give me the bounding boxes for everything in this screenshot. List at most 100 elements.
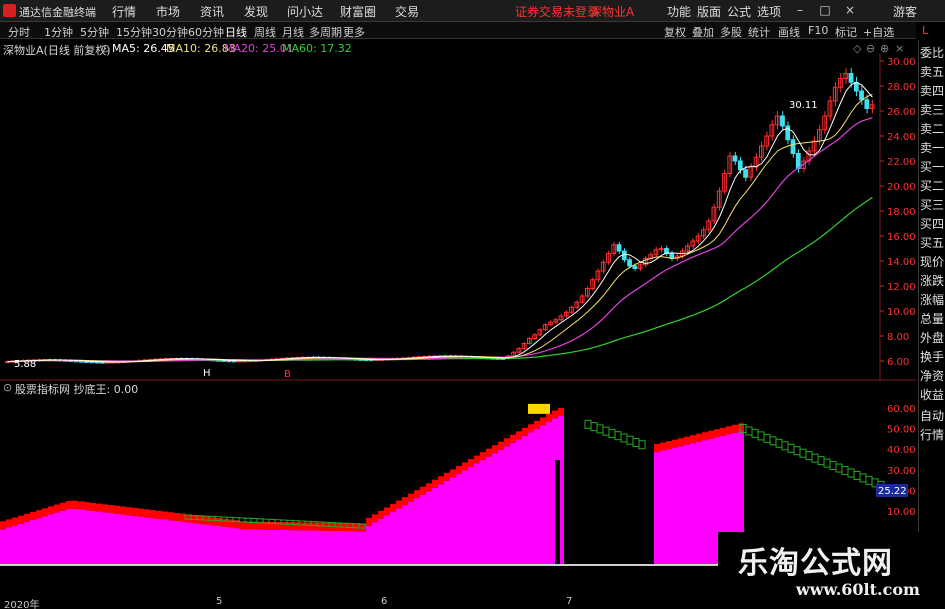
indicator-axis: 60.0050.0040.0030.0020.0010.0014:5014:50…	[887, 404, 916, 518]
period-1min[interactable]: 1分钟	[44, 24, 73, 40]
indicator-bar-top	[450, 469, 456, 478]
mark-button[interactable]: 标记	[835, 24, 857, 40]
indicator-bar-fill	[270, 529, 276, 565]
menu-news[interactable]: 资讯	[200, 3, 224, 20]
rp-change[interactable]: 涨跌	[919, 272, 945, 289]
ma-legend: 深物业A(日线 前复权) ⊙ MA5: 26.45 MA10: 26.83 MA…	[0, 40, 916, 57]
indicator-bar-top	[402, 497, 408, 506]
multi-stock-button[interactable]: 多股	[720, 24, 742, 40]
indicator-bar-top	[84, 502, 90, 511]
zoom-out-icon[interactable]: ⊖	[866, 42, 875, 55]
app-logo-icon	[3, 4, 16, 17]
panel-toggle-label[interactable]: L	[922, 24, 928, 37]
rp-auto[interactable]: 自动	[919, 407, 945, 424]
settings-icon[interactable]: ⊙	[101, 42, 110, 55]
indicator-bar-top	[504, 438, 510, 447]
rp-earnings[interactable]: 收益	[919, 386, 945, 403]
period-daily[interactable]: 日线	[225, 24, 247, 40]
chart-area[interactable]: 30.00 28.00 26.00 24.00 22.00 20.00 18.00 16.00…	[0, 40, 916, 609]
menu-assistant[interactable]: 问小达	[287, 3, 323, 20]
rp-net-assets[interactable]: 净资	[919, 367, 945, 384]
menu-wealth[interactable]: 财富圈	[340, 3, 376, 20]
rp-price[interactable]: 现价	[919, 253, 945, 270]
rp-turnover[interactable]: 换手	[919, 348, 945, 365]
period-weekly[interactable]: 周线	[254, 24, 276, 40]
event-marker-b[interactable]: B	[284, 369, 291, 380]
ma10-line	[7, 93, 873, 363]
indicator-bar-top	[492, 445, 498, 454]
rp-buy3[interactable]: 买三	[919, 196, 945, 213]
indicator-bar-top	[102, 504, 108, 513]
rp-buy1[interactable]: 买一	[919, 158, 945, 175]
indicator-bar-top	[726, 426, 732, 435]
rp-sell5[interactable]: 卖五	[919, 63, 945, 80]
indicator-bar-top	[702, 432, 708, 441]
menu-options[interactable]: 选项	[757, 3, 781, 20]
rp-buy2[interactable]: 买二	[919, 177, 945, 194]
add-watchlist-button[interactable]: +自选	[863, 24, 894, 40]
indicator-bar-top	[456, 465, 462, 474]
menu-trade[interactable]: 交易	[395, 3, 419, 20]
menu-market[interactable]: 市场	[156, 3, 180, 20]
menu-quotes[interactable]: 行情	[112, 3, 136, 20]
indicator-bar-top	[90, 502, 96, 511]
adjust-button[interactable]: 复权	[664, 24, 686, 40]
login-notice[interactable]: 证券交易未登录	[515, 3, 599, 20]
indicator-bar-top	[696, 433, 702, 442]
indicator-bar-fill	[192, 523, 198, 565]
indicator-bar-top	[522, 427, 528, 436]
panel-close-icon[interactable]: ×	[895, 42, 904, 55]
indicator-bar-fill	[168, 520, 174, 565]
indicator-outline-step	[775, 438, 783, 448]
indicator-bar-fill	[60, 510, 66, 565]
menu-functions[interactable]: 功能	[667, 3, 691, 20]
period-5min[interactable]: 5分钟	[80, 24, 109, 40]
chart-grid	[879, 54, 884, 380]
rp-sell2[interactable]: 卖二	[919, 120, 945, 137]
period-60min[interactable]: 60分钟	[188, 24, 224, 40]
menu-discover[interactable]: 发现	[244, 3, 268, 20]
overlay-button[interactable]: 叠加	[692, 24, 714, 40]
rp-change-pct[interactable]: 涨幅	[919, 291, 945, 308]
maximize-icon[interactable]: □	[818, 3, 832, 17]
price-tick-label: 16.00	[887, 232, 916, 243]
period-more[interactable]: 更多	[343, 24, 365, 40]
rp-sell4[interactable]: 卖四	[919, 82, 945, 99]
indicator-bar-top	[36, 510, 42, 519]
period-timeshare[interactable]: 分时	[8, 24, 30, 40]
candlestick-series	[5, 68, 875, 364]
rp-buy4[interactable]: 买四	[919, 215, 945, 232]
event-marker-h[interactable]: H	[203, 368, 211, 379]
indicator-bar-fill	[486, 456, 492, 565]
rp-sell3[interactable]: 卖三	[919, 101, 945, 118]
f10-button[interactable]: F10	[808, 24, 828, 37]
indicator-settings-icon[interactable]: ⊙	[3, 381, 12, 394]
diamond-icon[interactable]: ◇	[853, 42, 861, 55]
rp-volume[interactable]: 总量	[919, 310, 945, 327]
draw-button[interactable]: 画线	[778, 24, 800, 40]
indicator-bar-top	[384, 507, 390, 516]
indicator-bar-top	[474, 455, 480, 464]
period-multi[interactable]: 多周期	[309, 24, 342, 40]
indicator-bar-top	[558, 408, 564, 416]
indicator-bar-top	[156, 510, 162, 519]
close-icon[interactable]: ×	[843, 3, 857, 17]
period-30min[interactable]: 30分钟	[152, 24, 188, 40]
indicator-bar-fill	[120, 514, 126, 565]
period-monthly[interactable]: 月线	[282, 24, 304, 40]
menu-layout[interactable]: 版面	[697, 3, 721, 20]
indicator-bar-fill	[354, 531, 360, 565]
user-guest[interactable]: 游客	[893, 3, 917, 20]
rp-buy5[interactable]: 买五	[919, 234, 945, 251]
rp-quotes[interactable]: 行情	[919, 426, 945, 443]
rp-sell1[interactable]: 卖一	[919, 139, 945, 156]
zoom-in-icon[interactable]: ⊕	[880, 42, 889, 55]
rp-weibi[interactable]: 委比	[919, 44, 945, 61]
menu-formula[interactable]: 公式	[727, 3, 751, 20]
indicator-bar-top	[408, 493, 414, 502]
stats-button[interactable]: 统计	[748, 24, 770, 40]
rp-outer[interactable]: 外盘	[919, 329, 945, 346]
minimize-icon[interactable]: –	[793, 3, 807, 17]
period-15min[interactable]: 15分钟	[116, 24, 152, 40]
indicator-bar-fill	[48, 514, 54, 565]
